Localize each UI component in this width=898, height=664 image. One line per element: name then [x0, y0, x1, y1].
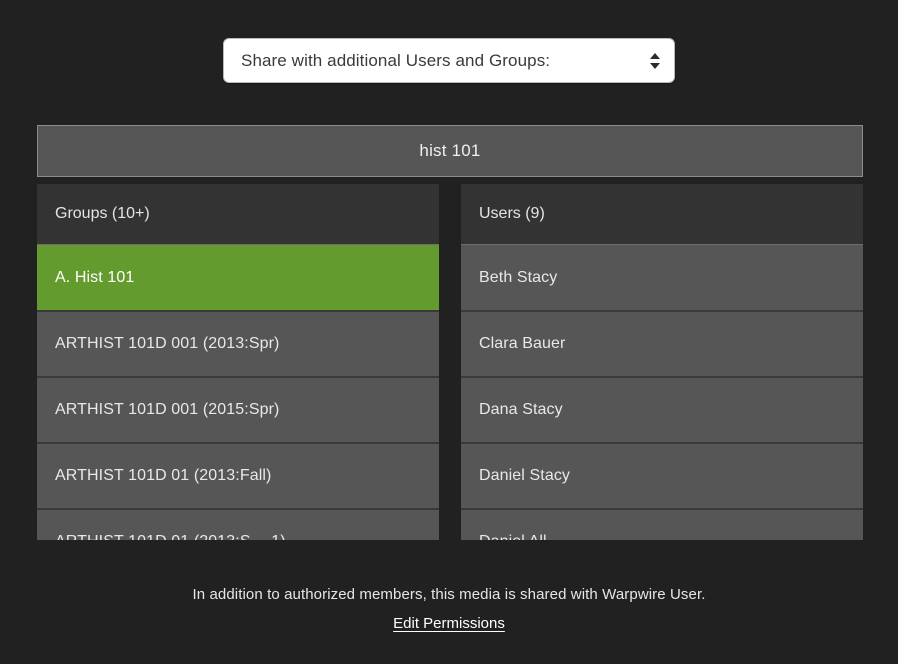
users-column-header-label: Users (9) — [479, 205, 545, 222]
media-title: hist 101 — [419, 141, 481, 160]
users-list-item[interactable]: Dana Stacy — [461, 376, 863, 442]
users-list-item[interactable]: Daniel Stacy — [461, 442, 863, 508]
groups-column-header-label: Groups (10+) — [55, 205, 150, 222]
users-column-header: Users (9) — [461, 184, 863, 244]
up-down-stepper-icon[interactable] — [649, 48, 661, 74]
arrow-up-icon — [650, 52, 660, 59]
groups-list-item[interactable]: ARTHIST 101D 01 (2013:Fall) — [37, 442, 439, 508]
groups-list-item[interactable]: ARTHIST 101D 001 (2013:Spr) — [37, 310, 439, 376]
media-title-bar: hist 101 — [37, 125, 863, 177]
groups-list-item-label: A. Hist 101 — [55, 268, 135, 286]
users-list-item-label: Clara Bauer — [479, 335, 566, 352]
share-dialog: Share with additional Users and Groups: … — [0, 0, 898, 664]
users-list[interactable]: Beth Stacy Clara Bauer Dana Stacy Daniel… — [461, 244, 863, 540]
users-list-item-label: Dana Stacy — [479, 401, 563, 418]
share-with-users-and-groups-select[interactable]: Share with additional Users and Groups: — [223, 38, 675, 83]
groups-list[interactable]: A. Hist 101 ARTHIST 101D 001 (2013:Spr) … — [37, 244, 439, 540]
share-columns: Groups (10+) A. Hist 101 ARTHIST 101D 00… — [37, 184, 863, 540]
share-footer: In addition to authorized members, this … — [0, 586, 898, 633]
users-list-item-label: Daniel Stacy — [479, 467, 571, 484]
groups-list-item-label: ARTHIST 101D 01 (2013:Fall) — [55, 467, 272, 484]
edit-permissions-link[interactable]: Edit Permissions — [393, 615, 505, 632]
groups-list-item-label: ARTHIST 101D 01 (2013:S… 1) — [55, 533, 286, 540]
share-select-value: Share with additional Users and Groups: — [241, 50, 551, 70]
share-note: In addition to authorized members, this … — [192, 586, 706, 603]
share-select-row: Share with additional Users and Groups: — [0, 38, 898, 83]
groups-list-item[interactable]: A. Hist 101 — [37, 244, 439, 310]
users-list-item[interactable]: Beth Stacy — [461, 244, 863, 310]
groups-list-item[interactable]: ARTHIST 101D 001 (2015:Spr) — [37, 376, 439, 442]
arrow-down-icon — [650, 62, 660, 69]
groups-column-header: Groups (10+) — [37, 184, 439, 244]
users-list-item[interactable]: Daniel All… — [461, 508, 863, 540]
groups-list-item[interactable]: ARTHIST 101D 01 (2013:S… 1) — [37, 508, 439, 540]
groups-list-item-label: ARTHIST 101D 001 (2013:Spr) — [55, 335, 280, 352]
users-list-item-label: Daniel All… — [479, 533, 563, 540]
users-column: Users (9) Beth Stacy Clara Bauer Dana St… — [461, 184, 863, 540]
users-list-item-label: Beth Stacy — [479, 268, 558, 286]
groups-list-item-label: ARTHIST 101D 001 (2015:Spr) — [55, 401, 280, 418]
groups-column: Groups (10+) A. Hist 101 ARTHIST 101D 00… — [37, 184, 439, 540]
users-list-item[interactable]: Clara Bauer — [461, 310, 863, 376]
